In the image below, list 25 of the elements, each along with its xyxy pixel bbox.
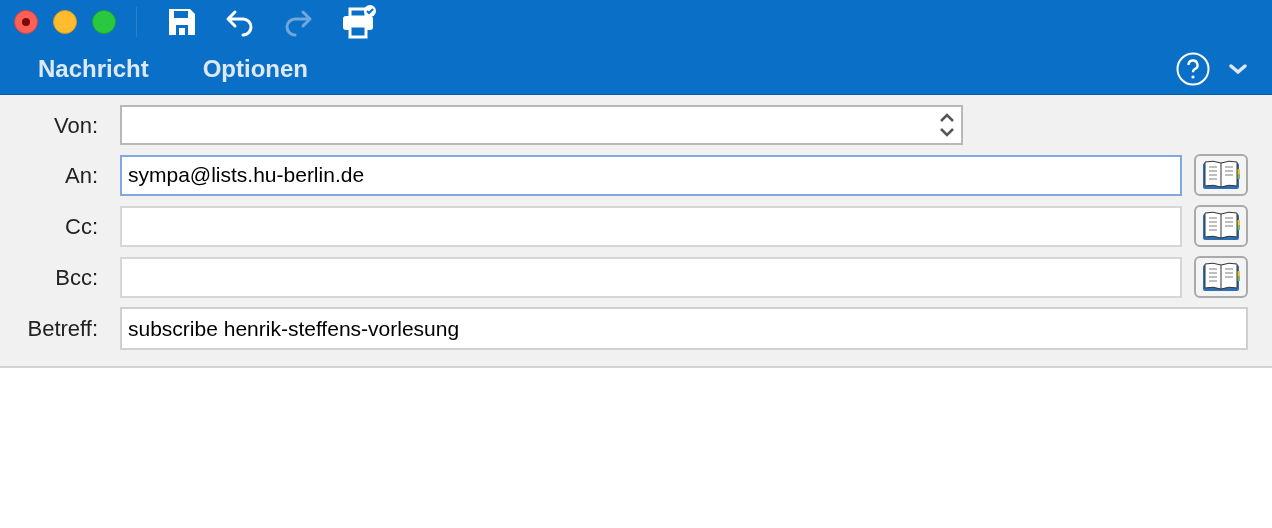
field-label: An: xyxy=(63,161,99,190)
field-label: Bcc: xyxy=(54,263,99,292)
address-book-button[interactable] xyxy=(1194,205,1248,247)
zoom-button[interactable] xyxy=(92,9,116,34)
chevron-down-icon[interactable] xyxy=(1228,62,1248,75)
minimize-button[interactable] xyxy=(53,9,77,34)
address-book-button[interactable] xyxy=(1194,154,1248,196)
field-label: Von: xyxy=(52,111,99,140)
recipient-field[interactable] xyxy=(120,256,1182,298)
address-book-icon xyxy=(1201,210,1241,242)
subject-field[interactable]: subscribe henrik-steffens-vorlesung xyxy=(120,307,1248,350)
ribbon-tab[interactable]: Optionen xyxy=(202,50,309,87)
field-label: Betreff: xyxy=(26,315,99,343)
field-label: Cc: xyxy=(64,212,99,241)
ribbon-tab[interactable]: Nachricht xyxy=(38,50,149,87)
address-book-icon xyxy=(1201,159,1241,191)
stepper-icon xyxy=(939,112,955,138)
recipient-field[interactable]: sympa@lists.hu-berlin.de xyxy=(120,154,1182,196)
save-icon[interactable] xyxy=(167,6,197,37)
help-icon[interactable] xyxy=(1176,51,1210,86)
close-button[interactable] xyxy=(14,9,38,34)
address-book-icon xyxy=(1201,261,1241,293)
address-book-button[interactable] xyxy=(1194,256,1248,298)
recipient-field[interactable] xyxy=(120,205,1182,247)
printer-icon[interactable] xyxy=(341,3,377,40)
